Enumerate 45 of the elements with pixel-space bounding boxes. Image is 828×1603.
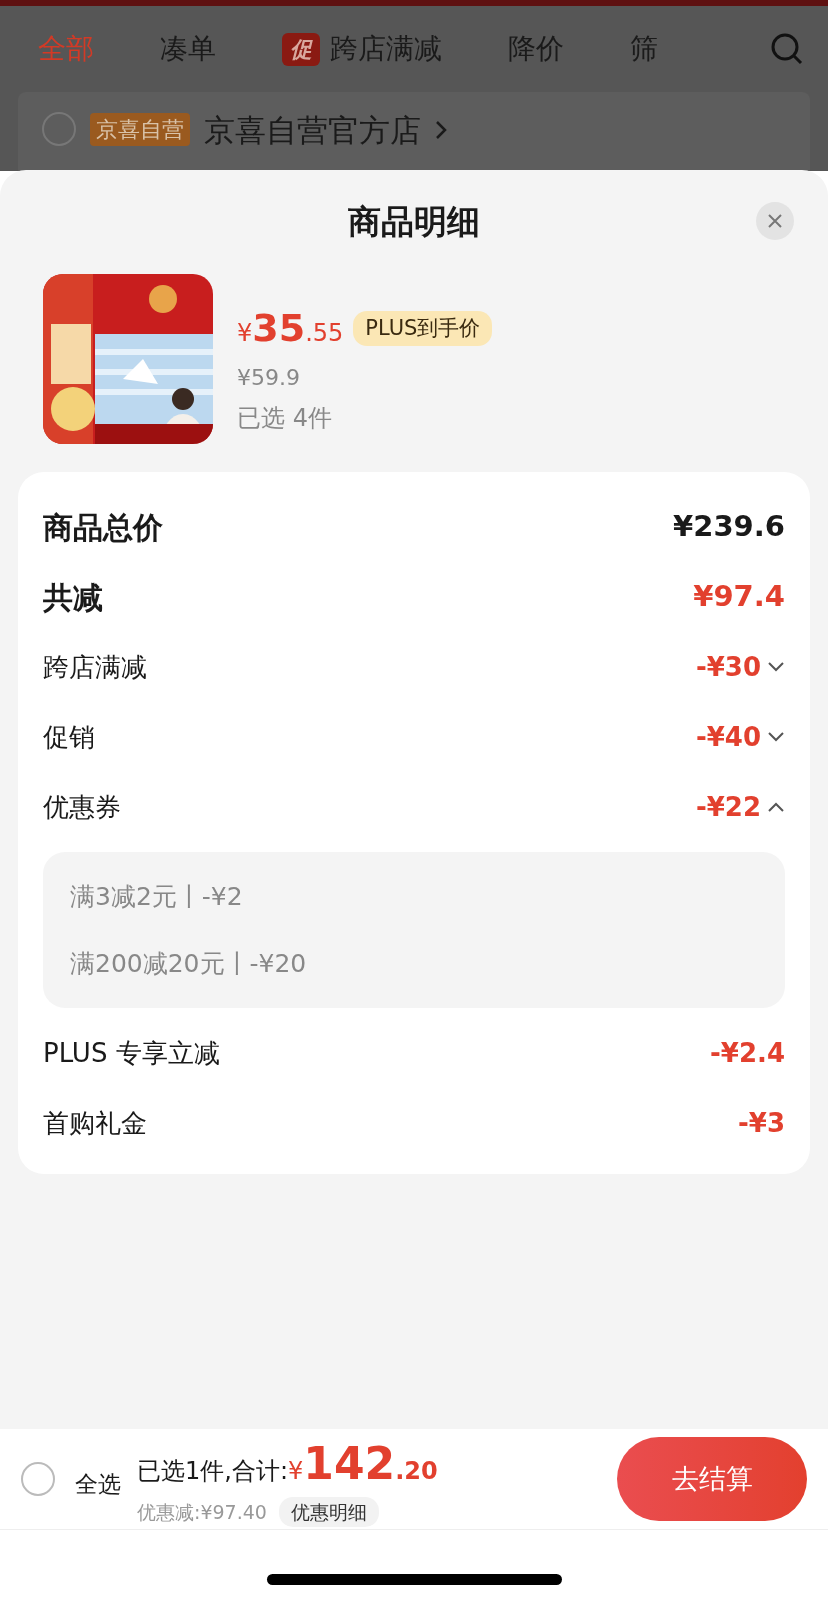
chevron-up-icon[interactable]	[767, 801, 785, 813]
amount: -¥40	[695, 720, 761, 754]
checkbox[interactable]	[21, 1462, 55, 1496]
amount: -¥2.4	[710, 1036, 785, 1070]
sheet-title: 商品明细	[348, 201, 480, 244]
discount-text: 优惠减:¥97.40	[137, 1499, 267, 1525]
tab[interactable]: 降价	[508, 28, 564, 70]
promo-badge: 促	[282, 32, 320, 66]
tab[interactable]: 促 跨店满减	[282, 28, 442, 70]
chevron-down-icon[interactable]	[767, 731, 785, 743]
row-label: 共减	[43, 578, 103, 617]
search-icon[interactable]	[770, 32, 804, 66]
summary-text: 已选1件,合计:	[137, 1455, 288, 1487]
tab-label: 跨店满减	[330, 31, 442, 67]
close-icon	[767, 213, 783, 229]
row-label: 优惠券	[43, 790, 121, 824]
tab[interactable]: 筛	[630, 28, 658, 70]
amount: ¥97.4	[693, 578, 785, 616]
store-name[interactable]: 京喜自营官方店	[204, 110, 421, 150]
tab[interactable]: 全部	[38, 28, 94, 70]
price-tag: PLUS到手价	[353, 310, 493, 347]
original-price: ¥59.9	[237, 364, 301, 392]
price: ¥35.55	[237, 305, 344, 352]
row-label: 跨店满减	[43, 650, 147, 684]
discount-detail-button[interactable]: 优惠明细	[278, 1496, 379, 1528]
store-badge: 京喜自营	[90, 113, 190, 146]
checkbox[interactable]	[42, 112, 76, 146]
row-label: PLUS 专享立减	[43, 1036, 220, 1070]
total-price: ¥142.20	[288, 1436, 438, 1491]
row-label: 促销	[43, 720, 95, 754]
quantity-text: 已选 4件	[237, 403, 333, 434]
chevron-down-icon[interactable]	[767, 661, 785, 673]
coupon-detail: 满200减20元丨-¥20	[70, 948, 308, 980]
amount: -¥30	[695, 650, 761, 684]
tab[interactable]: 凑单	[160, 28, 216, 70]
close-button[interactable]	[756, 202, 794, 240]
checkout-button[interactable]: 去结算	[617, 1437, 807, 1521]
amount: ¥239.6	[673, 508, 785, 546]
row-label: 首购礼金	[43, 1106, 147, 1140]
amount: -¥22	[695, 790, 761, 824]
select-all-label[interactable]: 全选	[75, 1466, 121, 1502]
coupon-detail: 满3减2元丨-¥2	[70, 881, 244, 913]
row-label: 商品总价	[43, 508, 163, 547]
amount: -¥3	[738, 1106, 785, 1140]
chevron-right-icon	[435, 120, 447, 140]
